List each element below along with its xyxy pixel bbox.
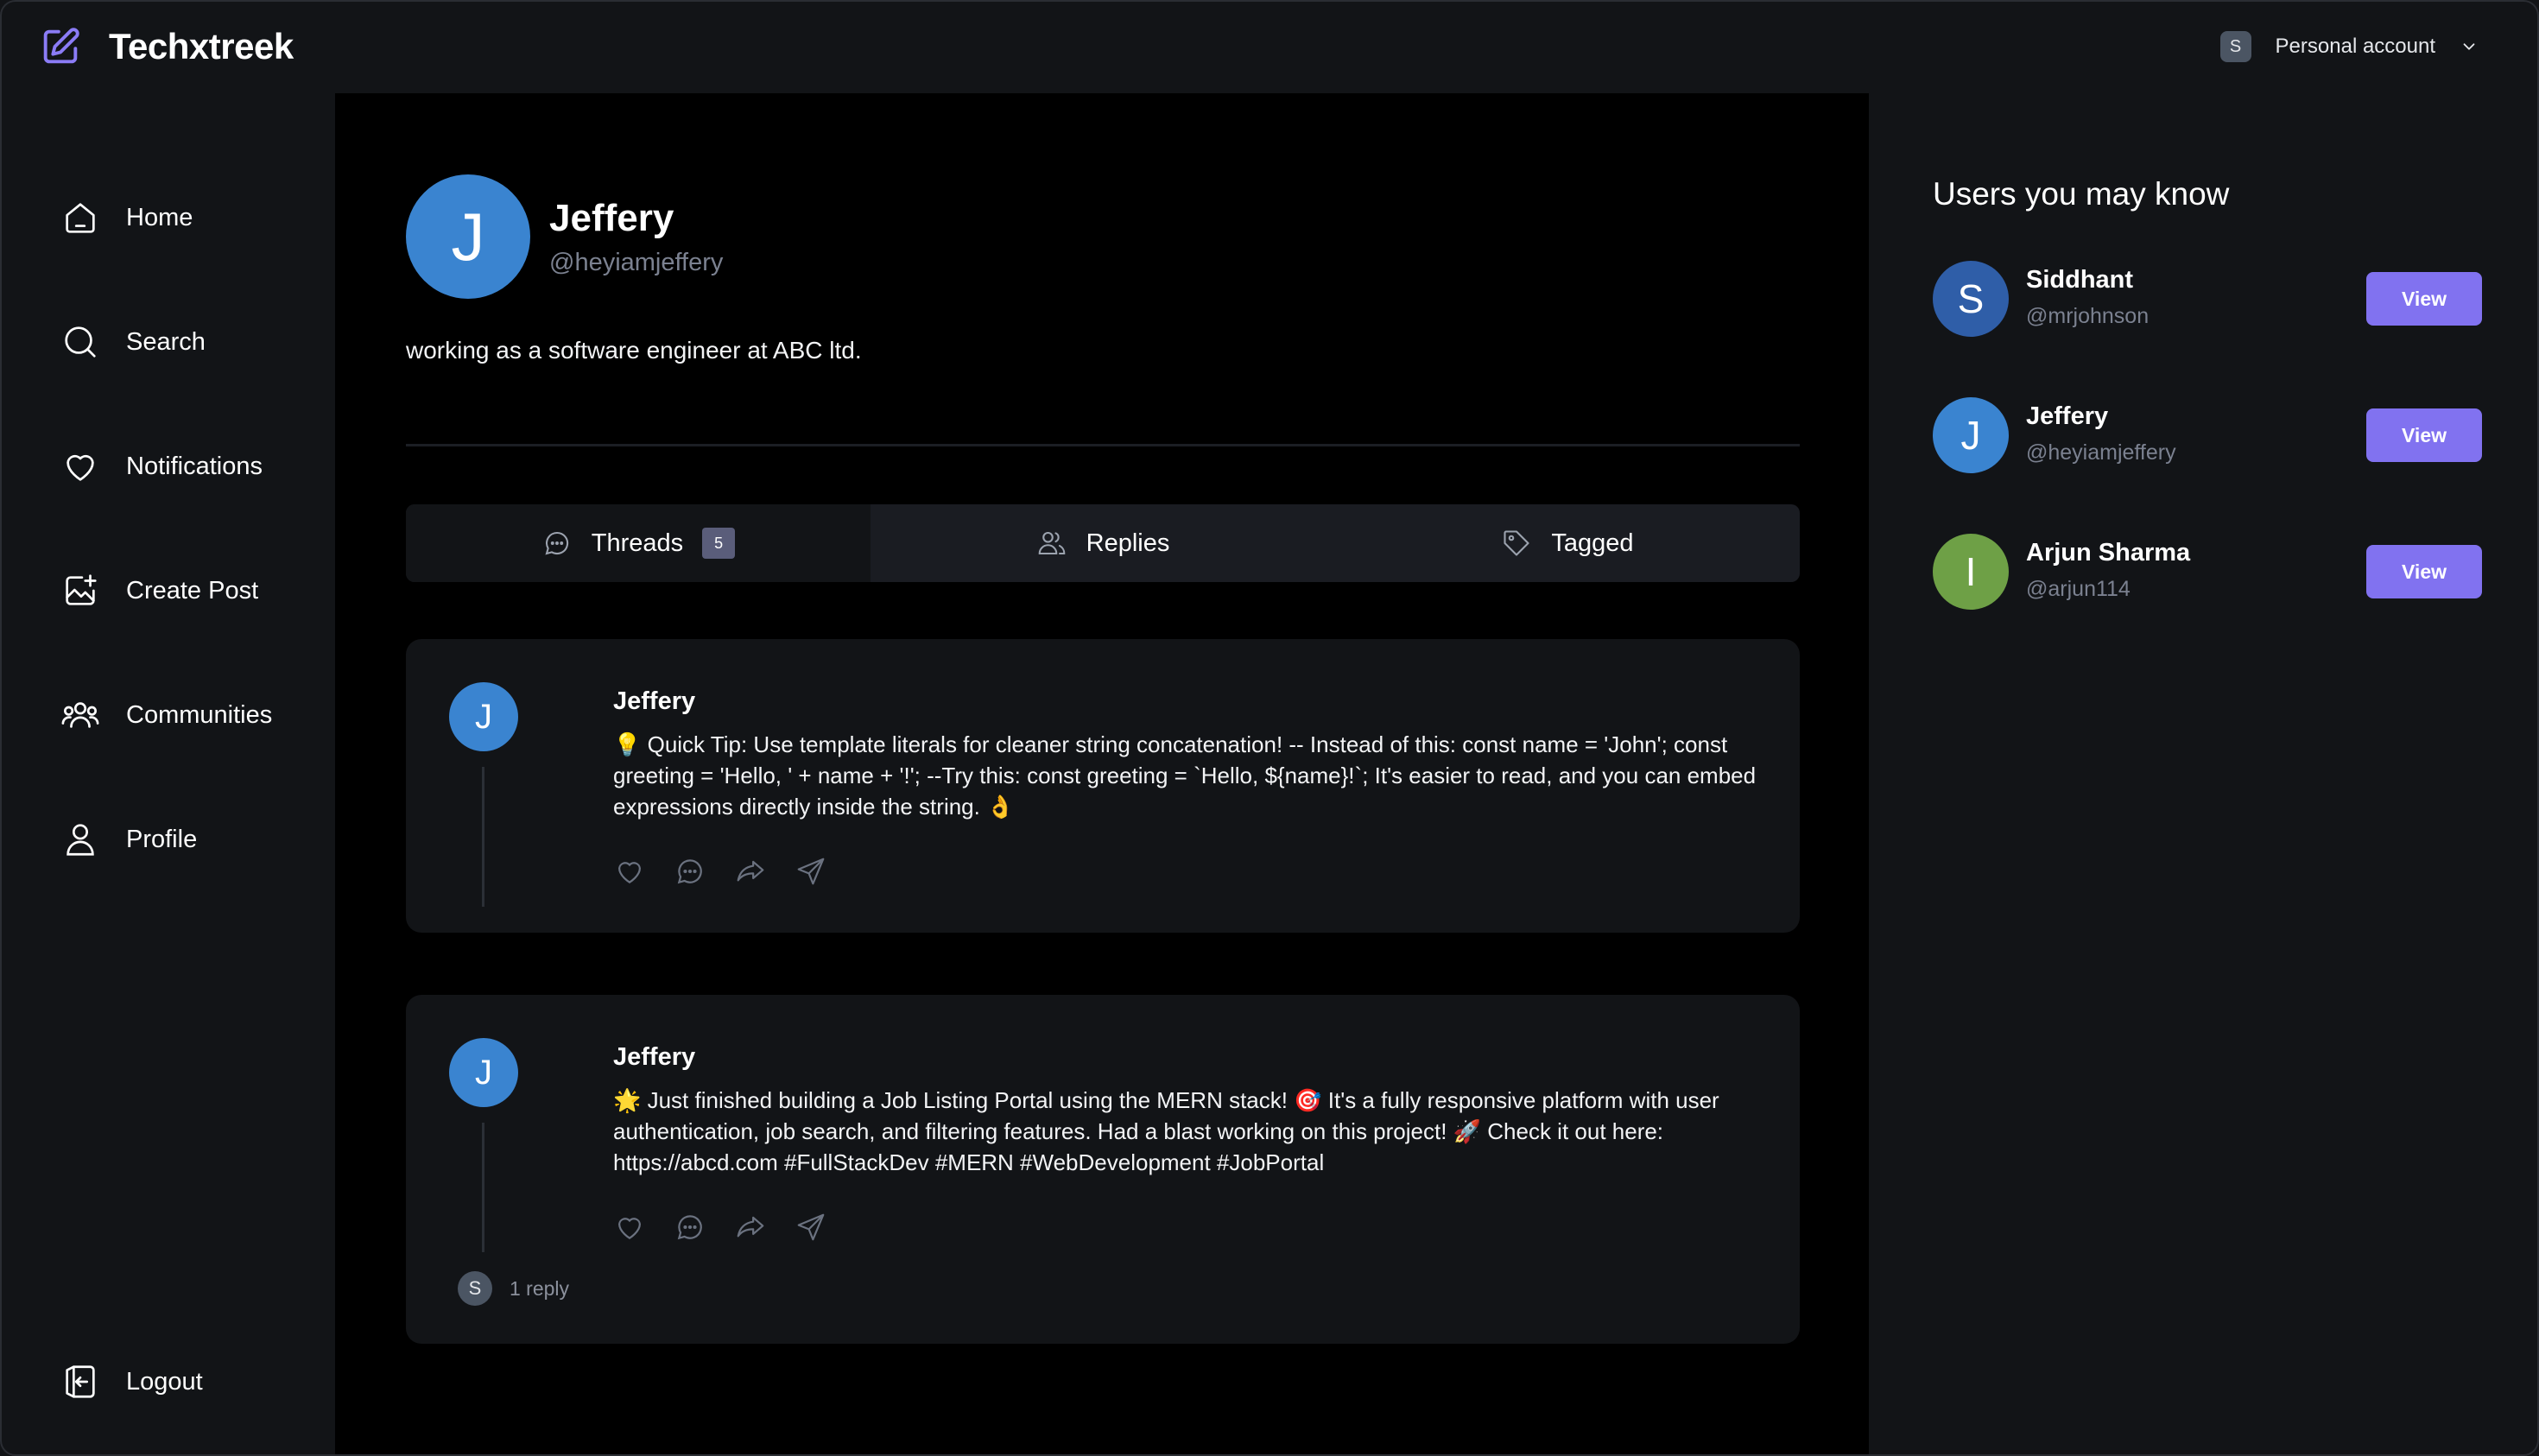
suggested-user: J Jeffery @heyiamjeffery View [1933, 397, 2482, 475]
avatar[interactable]: J [406, 174, 530, 299]
image-plus-icon [66, 574, 97, 605]
thread-card: J Jeffery 🌟 Just finished building a Job… [406, 995, 1800, 1344]
sidebar-item-search[interactable]: Search [60, 316, 320, 368]
avatar[interactable]: S [1933, 261, 2009, 337]
divider [406, 444, 1800, 446]
avatar[interactable]: I [1933, 534, 2009, 610]
logout-button[interactable]: Logout [60, 1356, 320, 1408]
brand[interactable]: Techxtreek [38, 24, 294, 69]
sidebar-item-label: Create Post [126, 576, 259, 605]
tab-tagged[interactable]: Tagged [1335, 504, 1800, 582]
sidebar-item-label: Notifications [126, 452, 263, 480]
thread-author[interactable]: Jeffery [613, 1043, 695, 1072]
logout-label: Logout [126, 1367, 203, 1396]
sidebar-item-home[interactable]: Home [60, 192, 320, 244]
user-icon [66, 824, 94, 856]
thread-author[interactable]: Jeffery [613, 687, 695, 716]
heart-icon[interactable] [613, 855, 646, 888]
suggested-user: I Arjun Sharma @arjun114 View [1933, 534, 2482, 611]
sidebar-item-label: Home [126, 203, 193, 231]
tab-label: Tagged [1551, 529, 1634, 557]
sidebar-item-communities[interactable]: Communities [60, 689, 320, 741]
thread-line [482, 767, 484, 907]
profile-tabs: Threads 5 Replies Tagged [406, 504, 1800, 582]
sidebar-item-notifications[interactable]: Notifications [60, 440, 320, 492]
left-sidebar: Home Search Notifications Create Post Co… [0, 93, 335, 1456]
tab-replies[interactable]: Replies [871, 504, 1335, 582]
user-name: Jeffery [2026, 402, 2109, 430]
avatar: S [458, 1271, 492, 1306]
tab-threads[interactable]: Threads 5 [406, 504, 871, 582]
reply-count: 1 reply [510, 1276, 570, 1300]
account-avatar: S [2219, 31, 2251, 62]
top-bar: Techxtreek S Personal account [0, 0, 2539, 93]
sidebar-item-create-post[interactable]: Create Post [60, 565, 320, 617]
app-window: Techxtreek S Personal account Home Searc… [0, 0, 2539, 1456]
avatar[interactable]: J [1933, 397, 2009, 473]
account-switcher[interactable]: S Personal account [2219, 31, 2479, 62]
user-handle: @arjun114 [2026, 577, 2131, 601]
thread-card: J Jeffery 💡 Quick Tip: Use template lite… [406, 639, 1800, 933]
sidebar-item-profile[interactable]: Profile [60, 813, 320, 865]
reply-icon[interactable] [674, 1211, 706, 1244]
right-sidebar: Users you may know S Siddhant @mrjohnson… [1869, 93, 2539, 1456]
send-icon[interactable] [795, 855, 827, 888]
thread-actions [613, 855, 827, 888]
users-icon [61, 702, 99, 728]
view-button[interactable]: View [2366, 272, 2482, 326]
profile-handle: @heyiamjeffery [549, 248, 724, 276]
search-icon [65, 326, 96, 358]
user-handle: @heyiamjeffery [2026, 440, 2176, 465]
repost-icon[interactable] [734, 855, 767, 888]
sidebar-item-label: Profile [126, 825, 198, 853]
chevron-down-icon [2463, 43, 2475, 50]
view-button[interactable]: View [2366, 545, 2482, 598]
tab-label: Replies [1086, 529, 1170, 557]
sidebar-item-label: Communities [126, 700, 273, 729]
thread-line [482, 1123, 484, 1252]
tab-label: Threads [591, 529, 684, 557]
user-name: Arjun Sharma [2026, 539, 2191, 567]
heart-icon[interactable] [613, 1211, 646, 1244]
heart-icon [66, 454, 94, 481]
avatar[interactable]: J [449, 1038, 518, 1107]
reply-icon[interactable] [674, 855, 706, 888]
user-name: Siddhant [2026, 266, 2134, 294]
tag-icon [1504, 530, 1529, 556]
edit-square-icon [43, 28, 79, 64]
count-badge: 5 [702, 528, 736, 559]
suggested-user: S Siddhant @mrjohnson View [1933, 261, 2482, 339]
profile-name: Jeffery [549, 196, 674, 239]
thread-actions [613, 1211, 827, 1244]
repost-icon[interactable] [734, 1211, 767, 1244]
suggestions-title: Users you may know [1933, 176, 2230, 212]
avatar[interactable]: J [449, 682, 518, 751]
account-label: Personal account [2275, 35, 2435, 58]
thread-text: 🌟 Just finished building a Job Listing P… [613, 1087, 1719, 1175]
send-icon[interactable] [795, 1211, 827, 1244]
user-handle: @mrjohnson [2026, 304, 2150, 328]
view-button[interactable]: View [2366, 408, 2482, 462]
brand-name: Techxtreek [109, 26, 294, 66]
chat-bubble-icon [545, 531, 568, 555]
home-icon [66, 203, 95, 233]
thread-text: 💡 Quick Tip: Use template literals for c… [613, 731, 1757, 820]
reply-summary[interactable]: S 1 reply [458, 1271, 569, 1306]
profile-bio: working as a software engineer at ABC lt… [406, 337, 862, 364]
profile-header: J Jeffery @heyiamjeffery [406, 174, 723, 299]
main-content: J Jeffery @heyiamjeffery working as a so… [335, 93, 1869, 1456]
logout-icon [66, 1365, 95, 1398]
users-icon [1038, 531, 1065, 555]
sidebar-item-label: Search [126, 327, 206, 356]
